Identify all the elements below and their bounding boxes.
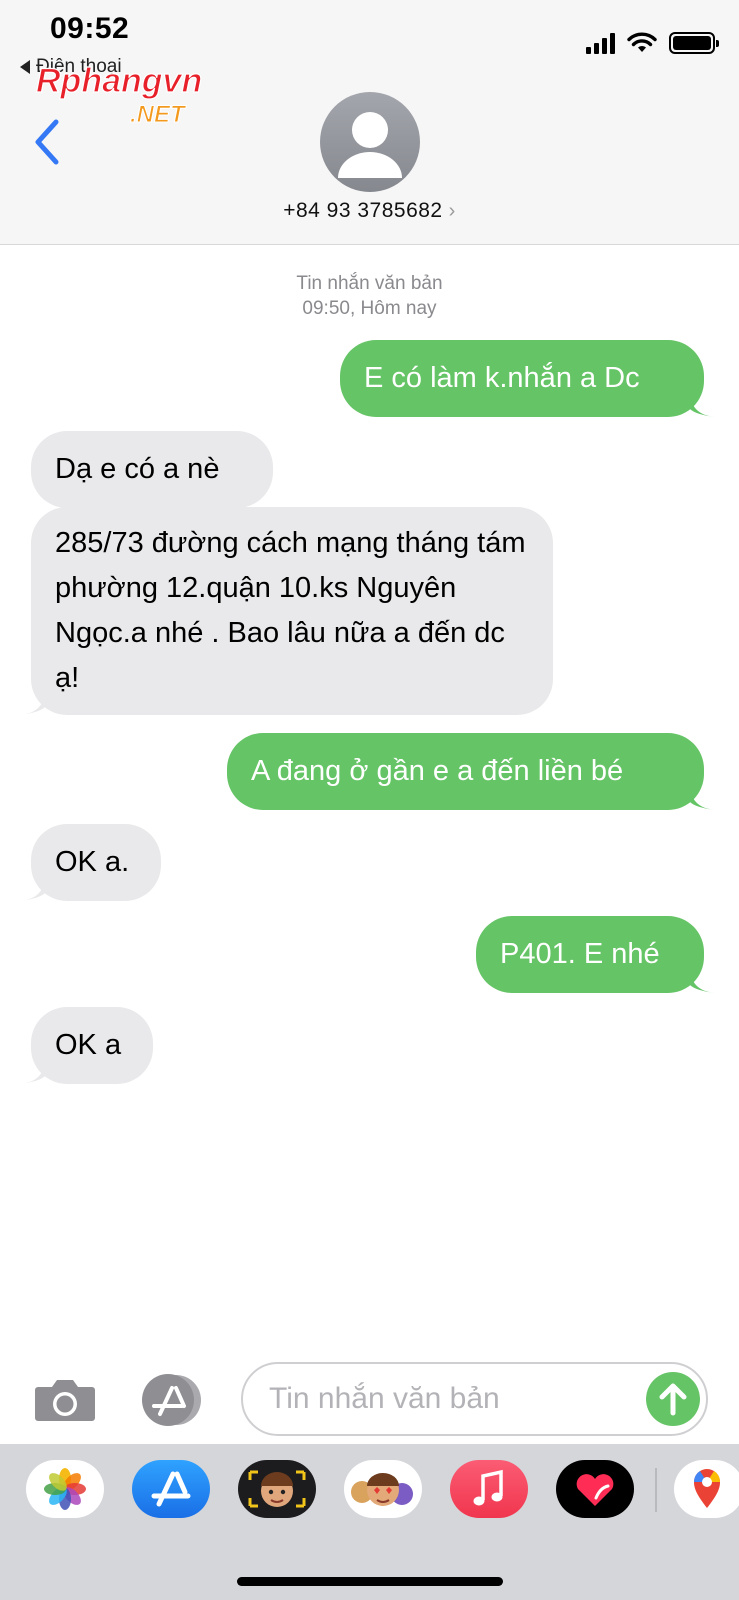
app-store-app-button[interactable] xyxy=(132,1460,210,1518)
music-icon xyxy=(473,1469,503,1506)
send-button[interactable] xyxy=(646,1372,700,1426)
message-text: E có làm k.nhắn a Dc xyxy=(364,362,640,394)
app-store-button[interactable] xyxy=(138,1374,206,1426)
memoji-icon xyxy=(248,1470,306,1508)
drawer-divider xyxy=(655,1468,657,1512)
camera-icon[interactable] xyxy=(34,1377,96,1423)
arrow-up-icon xyxy=(659,1383,687,1416)
contact-phone-number: +84 93 3785682 xyxy=(283,199,443,222)
watermark-line2: .NET xyxy=(130,101,187,128)
message-bubble-received[interactable]: OK a. xyxy=(21,824,161,901)
battery-icon xyxy=(669,32,719,54)
music-app-button[interactable] xyxy=(450,1460,528,1518)
bubble-tail xyxy=(21,879,45,901)
message-text: 285/73 đường cách mạng tháng tám phường … xyxy=(55,527,526,694)
chevron-right-icon: › xyxy=(448,200,456,222)
message-bubble-received[interactable]: 285/73 đường cách mạng tháng tám phường … xyxy=(21,507,553,715)
message-text: P401. E nhé xyxy=(500,938,660,970)
watermark-logo: Rphangvn .NET xyxy=(36,62,203,128)
cellular-signal-icon xyxy=(586,32,615,54)
message-bubble-received[interactable]: Dạ e có a nè xyxy=(31,431,273,508)
app-store-icon xyxy=(151,1471,191,1507)
app-drawer xyxy=(0,1444,739,1600)
thread-meta-type: Tin nhắn văn bản xyxy=(296,273,443,294)
maps-icon xyxy=(693,1469,721,1508)
message-input-placeholder: Tin nhắn văn bản xyxy=(269,1382,500,1415)
maps-app-button[interactable] xyxy=(674,1460,739,1518)
status-icons xyxy=(586,32,719,54)
bubble-tail xyxy=(690,788,714,810)
memoji-stickers-icon xyxy=(351,1473,413,1506)
watermark-line1: Rphangvn xyxy=(36,62,202,100)
message-text: OK a xyxy=(55,1029,122,1061)
photos-app-button[interactable] xyxy=(26,1460,104,1518)
digital-touch-icon xyxy=(576,1474,614,1506)
message-text: OK a. xyxy=(55,846,130,878)
back-triangle-icon xyxy=(20,60,30,74)
bubble-tail xyxy=(690,971,714,993)
wifi-icon xyxy=(627,32,657,52)
message-bubble-sent[interactable]: P401. E nhé xyxy=(476,916,714,993)
bubble-tail xyxy=(690,395,714,417)
thread-meta-timestamp: 09:50, Hôm nay xyxy=(302,298,437,319)
message-bubble-received[interactable]: OK a xyxy=(21,1007,153,1084)
contact-name-button[interactable]: +84 93 3785682 › xyxy=(0,199,739,223)
memoji-app-button[interactable] xyxy=(238,1460,316,1518)
message-bubble-sent[interactable]: A đang ở gần e a đến liền bé xyxy=(227,733,714,810)
memoji-stickers-app-button[interactable] xyxy=(344,1460,422,1518)
status-time: 09:52 xyxy=(50,12,130,45)
bubble-tail xyxy=(21,693,45,715)
home-indicator xyxy=(237,1577,503,1586)
conversation-header: 09:52 Điện thoại Rphangvn .NET +84 93 37… xyxy=(0,0,739,245)
message-text: Dạ e có a nè xyxy=(55,453,220,485)
digital-touch-app-button[interactable] xyxy=(556,1460,634,1518)
back-chevron-icon[interactable] xyxy=(30,118,64,166)
bubble-tail xyxy=(21,1062,45,1084)
photos-icon xyxy=(44,1468,86,1510)
person-silhouette-icon xyxy=(338,112,402,178)
message-input-field[interactable]: Tin nhắn văn bản xyxy=(241,1362,708,1436)
contact-avatar[interactable] xyxy=(320,92,420,192)
message-text: A đang ở gần e a đến liền bé xyxy=(251,755,624,787)
message-bubble-sent[interactable]: E có làm k.nhắn a Dc xyxy=(340,340,714,417)
